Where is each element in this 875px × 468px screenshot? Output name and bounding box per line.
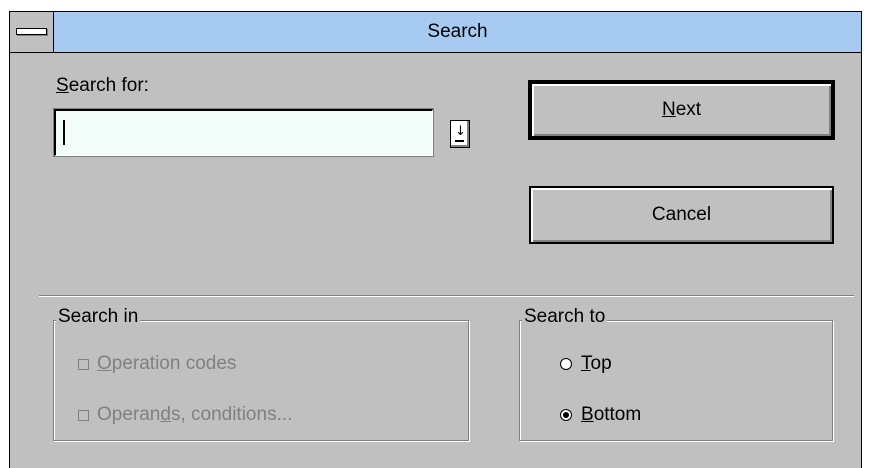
window-title: Search xyxy=(427,21,488,42)
radio-bottom-label: Bottom xyxy=(581,404,642,425)
operands-conditions-label: Operands, conditions... xyxy=(97,404,293,425)
search-for-label: Search for: xyxy=(56,75,149,96)
down-arrow-icon: ↓ xyxy=(455,124,466,139)
checkbox-icon xyxy=(78,358,89,370)
cancel-button[interactable]: Cancel xyxy=(529,186,834,244)
text-caret xyxy=(63,120,65,145)
radio-top-label: Top xyxy=(581,353,612,374)
radio-button-selected-icon xyxy=(560,409,572,421)
separator-line xyxy=(39,295,854,297)
search-to-title: Search to xyxy=(522,306,608,328)
dropdown-underline xyxy=(455,140,464,142)
search-in-title: Search in xyxy=(56,306,141,328)
search-for-input[interactable] xyxy=(53,108,434,157)
title-bar[interactable]: Search xyxy=(10,12,861,53)
search-dialog: Search Search for: ↓ Next Cancel Search … xyxy=(9,11,862,468)
operands-conditions-checkbox[interactable]: Operands, conditions... xyxy=(78,404,292,426)
radio-bottom[interactable]: Bottom xyxy=(560,404,641,426)
operation-codes-label: Operation codes xyxy=(97,353,237,374)
radio-button-icon xyxy=(560,358,572,370)
next-button[interactable]: Next xyxy=(528,80,835,140)
radio-top[interactable]: Top xyxy=(560,353,612,375)
search-history-dropdown-button[interactable]: ↓ xyxy=(450,120,470,148)
system-menu-icon xyxy=(16,28,47,35)
checkbox-icon xyxy=(78,409,89,421)
operation-codes-checkbox[interactable]: Operation codes xyxy=(78,353,236,375)
system-menu-button[interactable] xyxy=(10,12,54,52)
